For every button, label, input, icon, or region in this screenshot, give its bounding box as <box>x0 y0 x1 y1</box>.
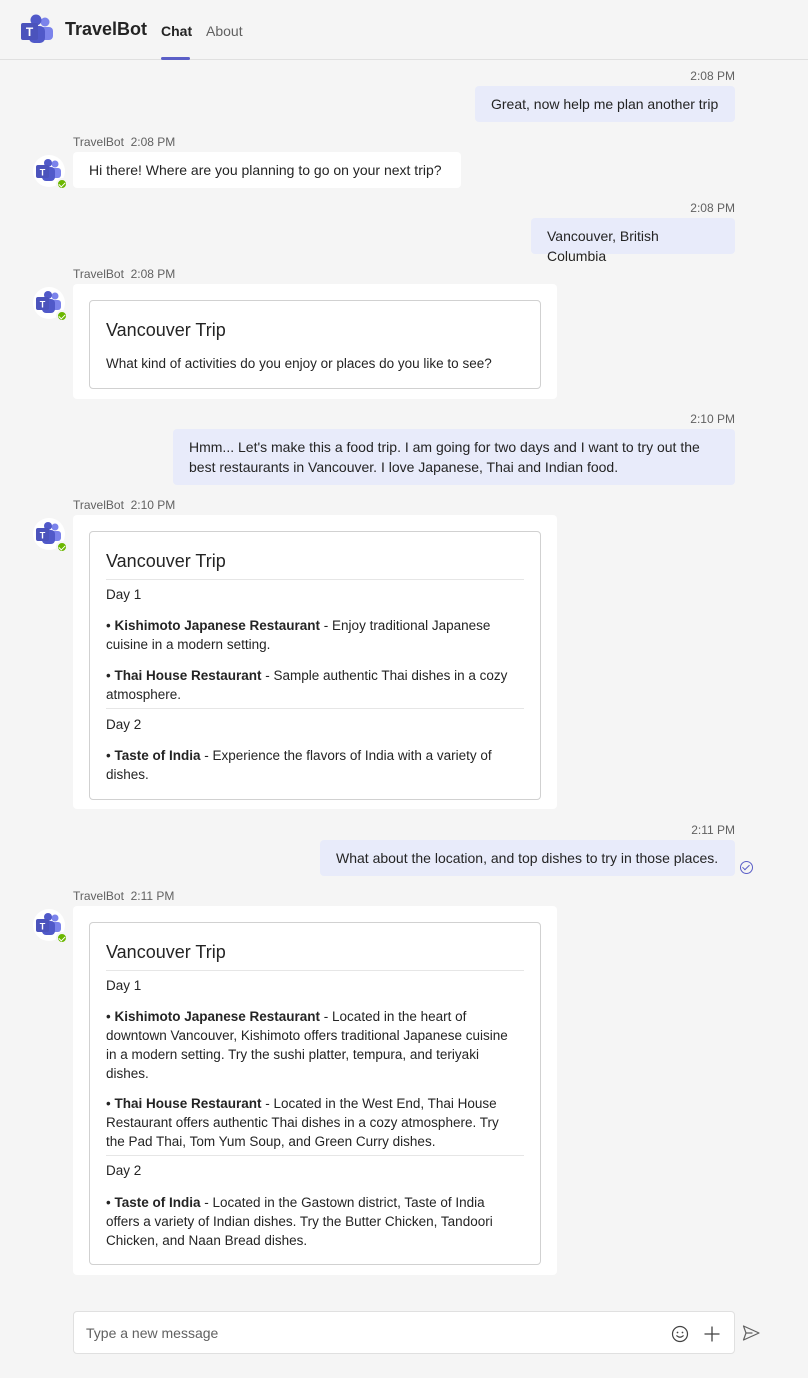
message-timestamp: 2:10 PM <box>130 498 176 512</box>
day-label: Day 1 <box>106 978 142 993</box>
restaurant-name: Taste of India <box>114 1195 201 1210</box>
presence-available-icon <box>56 178 68 190</box>
svg-text:T: T <box>40 300 46 310</box>
user-message[interactable]: What about the location, and top dishes … <box>320 840 735 876</box>
restaurant-item: • Taste of India - Located in the Gastow… <box>106 1193 526 1250</box>
restaurant-desc: in a modern setting. Try the sushi platt… <box>106 1047 479 1062</box>
svg-text:T: T <box>40 531 46 541</box>
restaurant-desc: offers a variety of Indian dishes. Try t… <box>106 1214 493 1229</box>
bot-message[interactable]: Hi there! Where are you planning to go o… <box>73 152 461 188</box>
message-timestamp: 2:08 PM <box>130 267 176 281</box>
send-icon[interactable] <box>741 1323 761 1343</box>
read-receipt-icon <box>740 861 753 874</box>
message-text: Great, now help me plan another trip <box>491 96 719 112</box>
restaurant-desc: the Pad Thai, Tom Yum Soup, and Green Cu… <box>106 1134 436 1149</box>
restaurant-desc: - Experience the flavors of India with a… <box>200 748 492 763</box>
message-text: What about the location, and top dishes … <box>336 850 719 866</box>
adaptive-card: Vancouver Trip Day 1 • Kishimoto Japanes… <box>89 922 541 1265</box>
restaurant-desc: downtown Vancouver, Kishimoto offers tra… <box>106 1028 508 1043</box>
restaurant-name: Kishimoto Japanese Restaurant <box>114 618 321 633</box>
adaptive-card: Vancouver Trip Day 1 • Kishimoto Japanes… <box>89 531 541 800</box>
restaurant-desc: cuisine in a modern setting. <box>106 637 271 652</box>
message-timestamp: 2:08 PM <box>130 135 176 149</box>
sender-name: TravelBot <box>73 135 124 149</box>
svg-text:T: T <box>40 922 46 932</box>
active-tab-indicator <box>161 57 190 60</box>
restaurant-desc: - Located in the West End, Thai House <box>261 1096 497 1111</box>
bot-avatar[interactable]: T <box>33 287 68 322</box>
app-title: TravelBot <box>65 19 148 39</box>
card-title: Vancouver Trip <box>106 551 226 571</box>
restaurant-item: • Taste of India - Experience the flavor… <box>106 746 526 784</box>
message-input[interactable] <box>86 1322 646 1344</box>
compose-box[interactable] <box>73 1311 735 1354</box>
bot-avatar[interactable]: T <box>33 518 68 553</box>
tab-chat[interactable]: Chat <box>161 23 192 39</box>
restaurant-desc: dishes. <box>106 1066 149 1081</box>
message-text-line: Hmm... Let's make this a food trip. I am… <box>189 439 700 455</box>
sender-name: TravelBot <box>73 267 124 281</box>
svg-text:T: T <box>40 168 46 178</box>
presence-available-icon <box>56 932 68 944</box>
restaurant-item: • Kishimoto Japanese Restaurant - Enjoy … <box>106 616 526 654</box>
plus-icon[interactable] <box>703 1325 721 1343</box>
card-title: Vancouver Trip <box>106 320 226 340</box>
restaurant-item: • Thai House Restaurant - Located in the… <box>106 1094 526 1151</box>
restaurant-desc: Chicken, and Naan Bread dishes. <box>106 1233 308 1248</box>
bot-card-message[interactable]: Vancouver Trip Day 1 • Kishimoto Japanes… <box>73 906 557 1275</box>
message-timestamp: 2:11 PM <box>691 823 735 837</box>
user-message[interactable]: Hmm... Let's make this a food trip. I am… <box>173 429 735 485</box>
restaurant-name: Kishimoto Japanese Restaurant <box>114 1009 321 1024</box>
emoji-icon[interactable] <box>671 1325 689 1343</box>
card-divider <box>106 579 524 580</box>
restaurant-desc: atmosphere. <box>106 687 182 702</box>
message-header: TravelBot 2:08 PM <box>73 135 175 149</box>
presence-available-icon <box>56 310 68 322</box>
day-label: Day 2 <box>106 1163 142 1178</box>
card-text: What kind of activities do you enjoy or … <box>106 356 492 371</box>
message-timestamp: 2:08 PM <box>690 201 735 215</box>
restaurant-desc: - Located in the heart of <box>320 1009 467 1024</box>
message-timestamp: 2:08 PM <box>690 69 735 83</box>
card-divider <box>106 970 524 971</box>
tab-about[interactable]: About <box>206 23 243 39</box>
sender-name: TravelBot <box>73 889 124 903</box>
card-divider <box>106 708 524 709</box>
restaurant-name: Taste of India <box>114 748 201 763</box>
user-message[interactable]: Vancouver, British Columbia <box>531 218 735 264</box>
message-text: Vancouver, British Columbia <box>547 228 659 264</box>
day-label: Day 2 <box>106 717 142 732</box>
card-title: Vancouver Trip <box>106 942 226 962</box>
restaurant-item: • Thai House Restaurant - Sample authent… <box>106 666 526 704</box>
restaurant-desc: - Located in the Gastown district, Taste… <box>200 1195 485 1210</box>
message-timestamp: 2:10 PM <box>690 412 735 426</box>
restaurant-item: • Kishimoto Japanese Restaurant - Locate… <box>106 1007 526 1083</box>
bot-card-message[interactable]: Vancouver Trip What kind of activities d… <box>73 284 557 399</box>
bot-avatar[interactable]: T <box>33 155 68 190</box>
restaurant-desc: dishes. <box>106 767 149 782</box>
svg-text:T: T <box>26 25 34 39</box>
day-label: Day 1 <box>106 587 142 602</box>
restaurant-name: Thai House Restaurant <box>114 668 262 683</box>
message-header: TravelBot 2:08 PM <box>73 267 175 281</box>
adaptive-card: Vancouver Trip What kind of activities d… <box>89 300 541 389</box>
message-header: TravelBot 2:11 PM <box>73 889 174 903</box>
message-text: Hi there! Where are you planning to go o… <box>89 162 442 178</box>
bot-card-message[interactable]: Vancouver Trip Day 1 • Kishimoto Japanes… <box>73 515 557 809</box>
app-header: T TravelBot Chat About <box>0 0 808 60</box>
message-header: TravelBot 2:10 PM <box>73 498 175 512</box>
message-text-line: best restaurants in Vancouver. I love Ja… <box>189 459 619 475</box>
restaurant-desc: Restaurant offers authentic Thai dishes … <box>106 1115 499 1130</box>
restaurant-name: Thai House Restaurant <box>114 1096 262 1111</box>
presence-available-icon <box>56 541 68 553</box>
restaurant-desc: - Sample authentic Thai dishes in a cozy <box>261 668 508 683</box>
user-message[interactable]: Great, now help me plan another trip <box>475 86 735 122</box>
message-timestamp: 2:11 PM <box>130 889 175 903</box>
restaurant-desc: - Enjoy traditional Japanese <box>320 618 491 633</box>
bot-avatar[interactable]: T <box>33 909 68 944</box>
teams-logo-icon: T <box>21 14 53 43</box>
card-divider <box>106 1155 524 1156</box>
sender-name: TravelBot <box>73 498 124 512</box>
